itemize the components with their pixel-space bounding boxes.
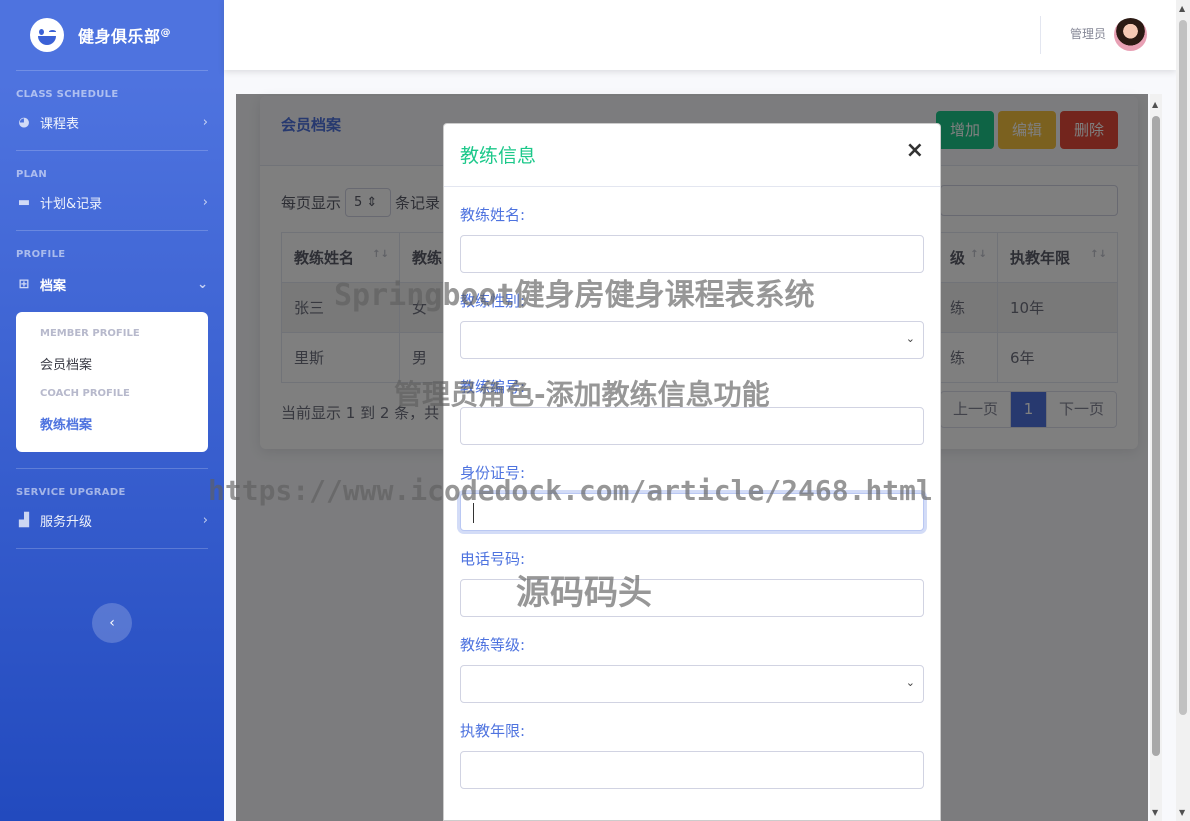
- scroll-down-icon[interactable]: ▼: [1179, 808, 1185, 817]
- submenu-heading-coach: COACH PROFILE: [16, 382, 208, 405]
- chevron-down-icon: ⌄: [197, 277, 208, 292]
- folder-icon: ▬: [16, 195, 32, 210]
- table-icon: ⊞: [16, 277, 32, 292]
- scroll-up-icon[interactable]: ▲: [1152, 100, 1158, 109]
- dashboard-icon: ◕: [16, 115, 32, 130]
- scroll-down-icon[interactable]: ▼: [1152, 808, 1158, 817]
- scroll-up-icon[interactable]: ▲: [1179, 4, 1185, 13]
- watermark-url: https://www.icodedock.com/article/2468.h…: [208, 474, 933, 507]
- submenu-item-coach-profile[interactable]: 教练档案: [16, 405, 208, 442]
- brand-name: 健身俱乐部@: [78, 23, 171, 47]
- field-label-years: 执教年限:: [460, 719, 924, 751]
- sidebar-item-upgrade[interactable]: ▟ 服务升级 ›: [0, 502, 224, 538]
- content-scrollbar[interactable]: ▲ ▼: [1150, 94, 1162, 821]
- coach-name-input[interactable]: [460, 235, 924, 273]
- chevron-right-icon: ›: [203, 513, 208, 528]
- submenu-item-member-profile[interactable]: 会员档案: [16, 345, 208, 382]
- avatar[interactable]: [1114, 18, 1147, 51]
- laugh-wink-icon: [30, 18, 64, 52]
- chevron-down-icon: ⌄: [906, 676, 915, 689]
- window-scrollbar[interactable]: ▲ ▼: [1176, 0, 1190, 821]
- field-label-name: 教练姓名:: [460, 203, 924, 235]
- sidebar-heading-profile: PROFILE: [0, 231, 224, 260]
- sidebar-toggle-button[interactable]: ‹: [92, 603, 132, 643]
- sidebar-heading-plan: PLAN: [0, 151, 224, 180]
- modal-title: 教练信息: [460, 141, 536, 168]
- sidebar-item-plan[interactable]: ▬ 计划&记录 ›: [0, 184, 224, 220]
- coach-level-select[interactable]: ⌄: [460, 665, 924, 703]
- chevron-down-icon: ⌄: [906, 332, 915, 345]
- coach-gender-select[interactable]: ⌄: [460, 321, 924, 359]
- submenu-heading-member: MEMBER PROFILE: [16, 322, 208, 345]
- sidebar-item-profile[interactable]: ⊞ 档案 ⌄: [0, 266, 224, 302]
- user-name[interactable]: 管理员: [1070, 25, 1106, 42]
- coaching-years-input[interactable]: [460, 751, 924, 789]
- profile-submenu: MEMBER PROFILE 会员档案 COACH PROFILE 教练档案: [16, 312, 208, 452]
- close-icon[interactable]: ×: [906, 140, 924, 162]
- field-label-level: 教练等级:: [460, 633, 924, 665]
- sidebar-heading-service: SERVICE UPGRADE: [0, 469, 224, 498]
- brand[interactable]: 健身俱乐部@: [0, 0, 224, 70]
- watermark-subtitle: 管理员角色-添加教练信息功能: [394, 373, 770, 413]
- sidebar-item-schedule[interactable]: ◕ 课程表 ›: [0, 104, 224, 140]
- chevron-right-icon: ›: [203, 195, 208, 210]
- watermark-title: Springboot健身房健身课程表系统: [334, 270, 815, 314]
- watermark-brand: 源码码头: [516, 565, 652, 614]
- chevron-right-icon: ›: [203, 115, 208, 130]
- coach-info-modal: 教练信息 × 教练姓名: 教练性别: ⌄ 教练编号: 身份证号: 电话号码: 教…: [443, 123, 941, 821]
- chart-area-icon: ▟: [16, 513, 32, 528]
- topbar: 管理员: [224, 0, 1176, 70]
- sidebar: 健身俱乐部@ CLASS SCHEDULE ◕ 课程表 › PLAN ▬ 计划&…: [0, 0, 224, 821]
- sidebar-heading-class-schedule: CLASS SCHEDULE: [0, 71, 224, 100]
